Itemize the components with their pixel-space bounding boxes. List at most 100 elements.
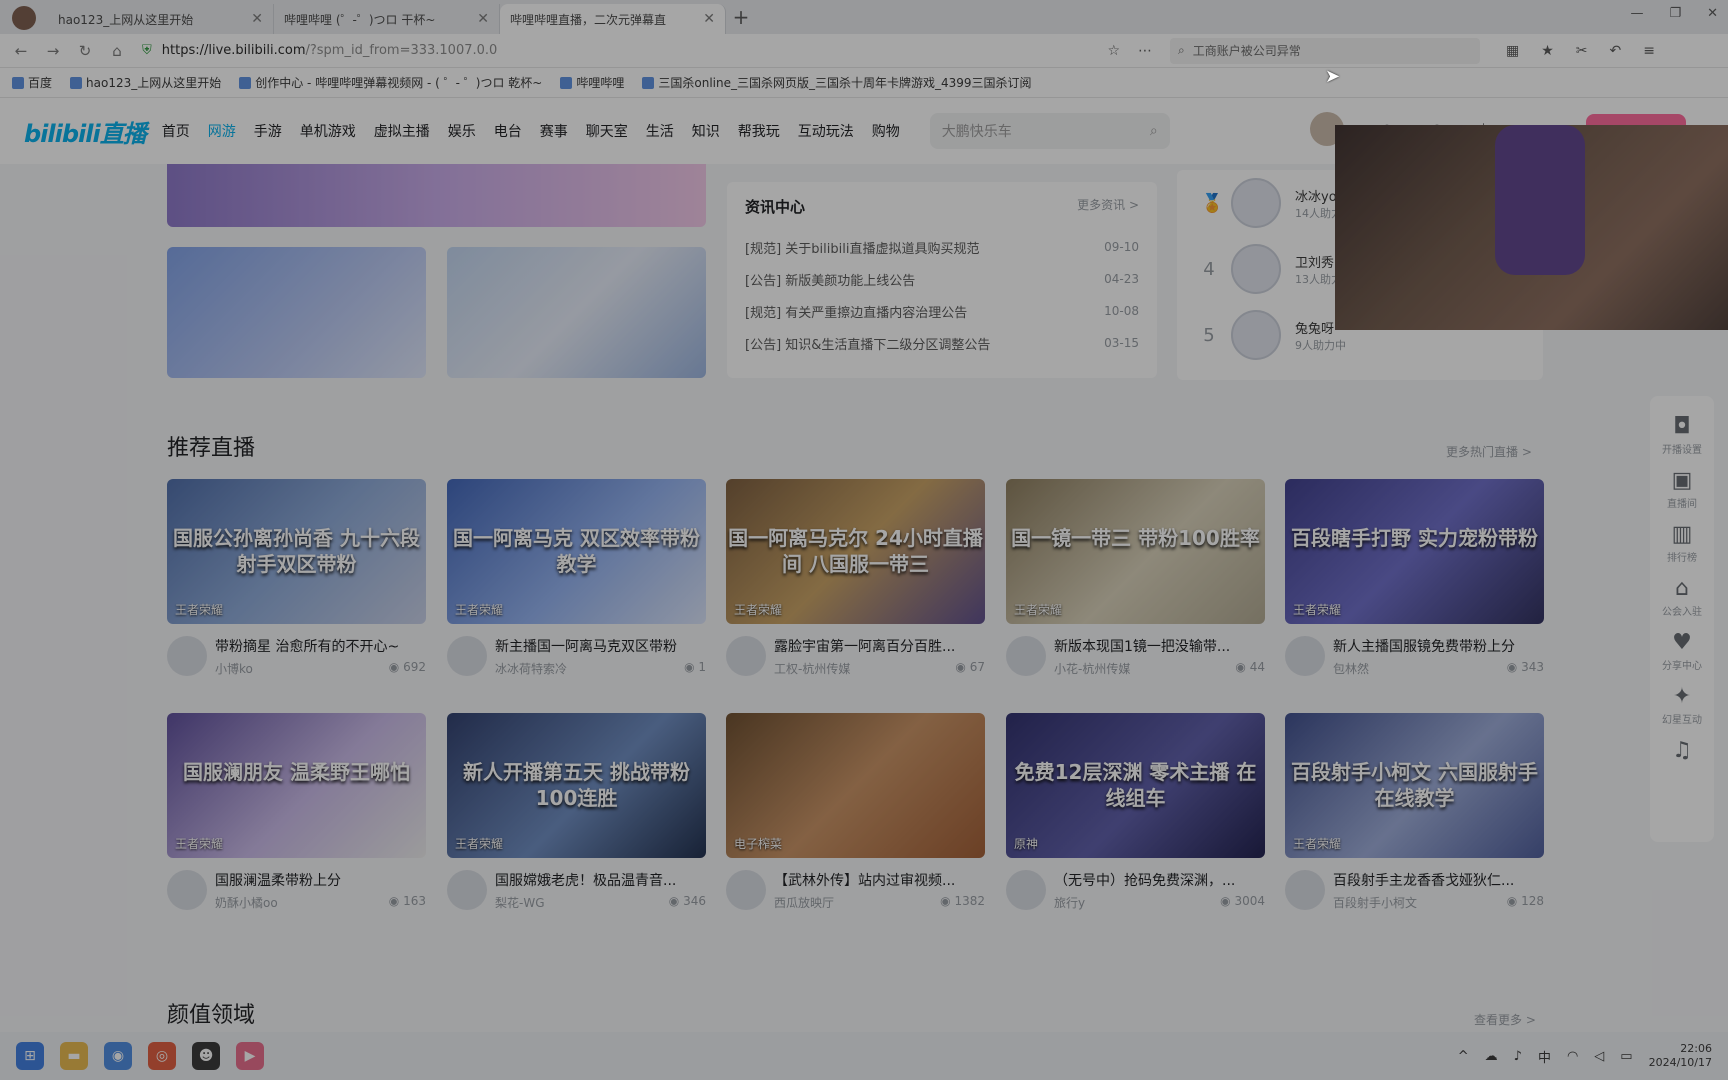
live-card[interactable]: 国一阿离马克尔 24小时直播间 八国服一带三 王者荣耀 露脸宇宙第一阿离百分百胜..…: [726, 479, 985, 677]
bilibili-app-icon[interactable]: ▶: [236, 1042, 264, 1070]
bookmark-item[interactable]: hao123_上网从这里开始: [70, 74, 221, 91]
minimize-icon[interactable]: —: [1630, 6, 1643, 21]
wifi-icon[interactable]: ◠: [1567, 1049, 1578, 1064]
chevron-up-icon[interactable]: ^: [1458, 1049, 1469, 1064]
back-icon[interactable]: ←: [14, 42, 28, 60]
reload-icon[interactable]: ↻: [78, 42, 92, 60]
nav-item[interactable]: 单机游戏: [300, 121, 356, 141]
news-item[interactable]: [规范] 关于bilibili直播虚拟道具购买规范 09-10: [745, 231, 1139, 263]
sidebar-item[interactable]: ◘ 开播设置: [1662, 414, 1702, 456]
avatar: [1285, 636, 1325, 676]
profile-avatar[interactable]: [12, 6, 36, 30]
sidebar-item[interactable]: ♫: [1672, 738, 1692, 763]
close-icon[interactable]: ✕: [251, 11, 263, 27]
live-card[interactable]: 国服公孙离孙尚香 九十六段射手双区带粉 王者荣耀 带粉摘星 治愈所有的不开心~ 小博k…: [167, 479, 426, 677]
system-tray: ^ ☁ ♪ 中 ◠ ◁ ▭ 22:06 2024/10/17: [1458, 1042, 1712, 1070]
nav-item[interactable]: 网游: [208, 121, 236, 141]
sidebar-item[interactable]: ♥ 分享中心: [1662, 630, 1702, 672]
nav-item[interactable]: 电台: [494, 121, 522, 141]
mouse-cursor-icon: ➤: [1325, 66, 1341, 87]
clock[interactable]: 22:06 2024/10/17: [1649, 1042, 1712, 1070]
bookmark-item[interactable]: 三国杀online_三国杀网页版_三国杀十周年卡牌游戏_4399三国杀订阅: [642, 74, 1032, 91]
eye-icon: ◉: [388, 660, 404, 674]
rank-item[interactable]: 5 兔兔呀 9人助力中: [1201, 310, 1346, 360]
event-banner[interactable]: [447, 247, 706, 378]
live-card[interactable]: 免费12层深渊 零术主播 在线组车 原神 （无号中）抢码免费深渊，... 旅行y ◉ 3…: [1006, 713, 1265, 911]
site-logo[interactable]: bilibili直播: [24, 114, 147, 149]
tab-bilibili[interactable]: 哔哩哔哩 (゜-゜)つロ 干杯~ ✕: [274, 4, 500, 34]
nav-item[interactable]: 互动玩法: [798, 121, 854, 141]
browser-icon[interactable]: ◉: [104, 1042, 132, 1070]
url-input[interactable]: ⛨ https://live.bilibili.com/?spm_id_from…: [142, 38, 1152, 64]
sidebar-item[interactable]: ▣ 直播间: [1667, 468, 1697, 510]
nav-item[interactable]: 娱乐: [448, 121, 476, 141]
bookmark-item[interactable]: 创作中心 - 哔哩哔哩弹幕视频网 - ( ゜- ゜)つロ 乾杯~: [239, 74, 542, 91]
app-icon[interactable]: ◎: [148, 1042, 176, 1070]
new-tab-button[interactable]: +: [726, 5, 756, 29]
nav-item[interactable]: 生活: [646, 121, 674, 141]
nav-item[interactable]: 知识: [692, 121, 720, 141]
volume-icon[interactable]: ◁: [1594, 1049, 1604, 1064]
live-card[interactable]: 国一阿离马克 双区效率带粉 教学 王者荣耀 新主播国一阿离马克双区带粉 冰冰荷特索冷 ◉…: [447, 479, 706, 677]
live-card[interactable]: 国一镜一带三 带粉100胜率 王者荣耀 新版本现国1镜一把没输带... 小花-杭州传媒…: [1006, 479, 1265, 677]
news-item[interactable]: [规范] 有关严重擦边直播内容治理公告 10-08: [745, 295, 1139, 327]
ime-indicator[interactable]: 中: [1538, 1047, 1551, 1066]
news-more-link[interactable]: 更多资讯 >: [1077, 196, 1139, 217]
live-card[interactable]: 新人开播第五天 挑战带粉100连胜 王者荣耀 国服嫦娥老虎！极品温青音... 梨花-W…: [447, 713, 706, 911]
newbie-banner[interactable]: [167, 247, 426, 378]
close-icon[interactable]: ✕: [703, 11, 715, 27]
cloud-icon[interactable]: ☁: [1485, 1049, 1498, 1064]
tab-live[interactable]: 哔哩哔哩直播，二次元弹幕直 ✕: [500, 4, 726, 34]
more-icon[interactable]: ⋯: [1138, 43, 1152, 59]
top-banner[interactable]: [167, 164, 706, 227]
live-card[interactable]: 百段射手小柯文 六国服射手在线教学 王者荣耀 百段射手主龙香香戈娅狄仁... 百段射手…: [1285, 713, 1544, 911]
bookmark-item[interactable]: 哔哩哔哩: [560, 74, 624, 91]
nav-item[interactable]: 手游: [254, 121, 282, 141]
mic-icon[interactable]: ♪: [1514, 1049, 1522, 1064]
qq-icon[interactable]: ☻: [192, 1042, 220, 1070]
undo-icon[interactable]: ↶: [1610, 43, 1622, 59]
battery-icon[interactable]: ▭: [1620, 1049, 1632, 1064]
sidebar-item[interactable]: ✦ 幻星互动: [1662, 684, 1702, 726]
nav-item[interactable]: 帮我玩: [738, 121, 780, 141]
nav-item[interactable]: 购物: [872, 121, 900, 141]
floating-video-player[interactable]: [1335, 125, 1728, 330]
live-card[interactable]: 国服澜朋友 温柔野王哪怕 王者荣耀 国服澜温柔带粉上分 奶酥小橘oo ◉ 163: [167, 713, 426, 911]
browser-search-input[interactable]: ⌕ 工商账户被公司异常: [1170, 37, 1480, 64]
eye-icon: ◉: [955, 660, 970, 674]
section-more-link[interactable]: 更多热门直播 >: [1446, 443, 1532, 460]
live-card[interactable]: 百段瞎手打野 实力宠粉带粉 王者荣耀 新人主播国服镜免费带粉上分 包林然 ◉ 343: [1285, 479, 1544, 677]
nav-item[interactable]: 聊天室: [586, 121, 628, 141]
eye-icon: ◉: [1235, 660, 1250, 674]
search-icon: ⌕: [1178, 43, 1185, 57]
section-more-link[interactable]: 查看更多 >: [1474, 1011, 1536, 1028]
sidebar-item[interactable]: ▥ 排行榜: [1667, 522, 1697, 564]
nav-item[interactable]: 赛事: [540, 121, 568, 141]
news-item[interactable]: [公告] 知识&生活直播下二级分区调整公告 03-15: [745, 327, 1139, 359]
avatar: [1231, 244, 1281, 294]
windows-start-icon[interactable]: ⊞: [16, 1042, 44, 1070]
close-window-icon[interactable]: ✕: [1707, 6, 1718, 21]
bookmark-item[interactable]: 百度: [12, 74, 52, 91]
star-icon[interactable]: ☆: [1107, 43, 1120, 59]
favorites-icon[interactable]: ★: [1541, 43, 1554, 59]
site-search-input[interactable]: 大鹏快乐车 ⌕: [929, 113, 1170, 149]
nav-item[interactable]: 虚拟主播: [374, 121, 430, 141]
card-cover: 国服公孙离孙尚香 九十六段射手双区带粉 王者荣耀: [167, 479, 426, 624]
grid-icon[interactable]: ▦: [1506, 43, 1519, 59]
live-card[interactable]: 电子榨菜 【武林外传】站内过审视频... 西瓜放映厅 ◉ 1382: [726, 713, 985, 911]
rank-item[interactable]: 🏅 冰冰yo 14人助力: [1201, 178, 1342, 228]
nav-item[interactable]: 首页: [162, 121, 190, 141]
search-icon[interactable]: ⌕: [1150, 123, 1158, 139]
news-item[interactable]: [公告] 新版美颜功能上线公告 04-23: [745, 263, 1139, 295]
forward-icon[interactable]: →: [46, 42, 60, 60]
menu-icon[interactable]: ≡: [1643, 43, 1655, 59]
folder-icon[interactable]: ▬: [60, 1042, 88, 1070]
rank-item[interactable]: 4 卫刘秀 13人助力: [1201, 244, 1342, 294]
scissors-icon[interactable]: ✂: [1576, 43, 1588, 59]
tab-hao123[interactable]: hao123_上网从这里开始 ✕: [48, 4, 274, 34]
home-icon[interactable]: ⌂: [110, 42, 124, 60]
close-icon[interactable]: ✕: [477, 11, 489, 27]
restore-icon[interactable]: ❐: [1669, 6, 1681, 21]
sidebar-item[interactable]: ⌂ 公会入驻: [1662, 576, 1702, 618]
